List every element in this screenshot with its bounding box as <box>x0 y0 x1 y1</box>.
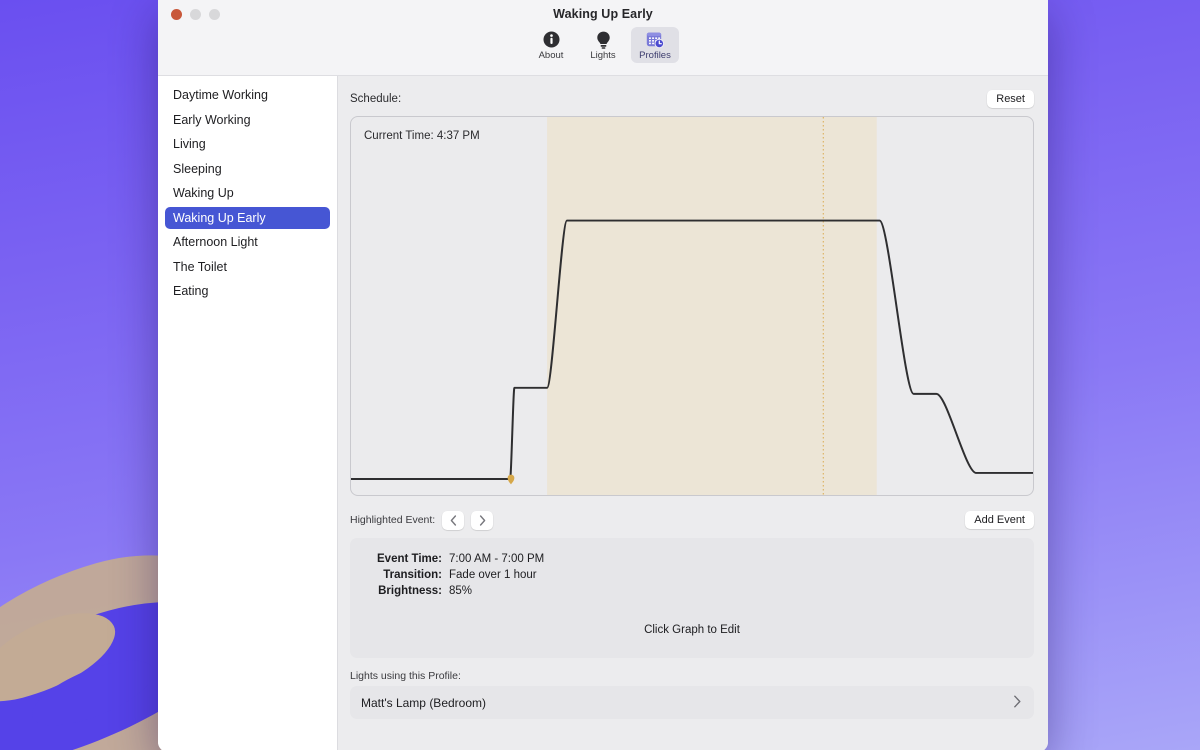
toolbar-label-about: About <box>539 51 564 61</box>
info-icon <box>543 30 560 49</box>
sidebar-item-daytime-working[interactable]: Daytime Working <box>165 84 330 106</box>
wallpaper-shape-4 <box>24 647 162 738</box>
sidebar: Daytime Working Early Working Living Sle… <box>158 76 338 750</box>
chevron-left-icon <box>450 515 457 526</box>
event-details-panel: Event Time: 7:00 AM - 7:00 PM Transition… <box>350 538 1034 658</box>
detail-value-brightness: 85% <box>449 583 472 599</box>
prev-event-button[interactable] <box>442 511 464 530</box>
light-name: Matt's Lamp (Bedroom) <box>361 696 486 710</box>
wallpaper-shape-3 <box>0 594 126 717</box>
sidebar-item-early-working[interactable]: Early Working <box>165 109 330 131</box>
lights-list: Matt's Lamp (Bedroom) <box>350 686 1034 719</box>
detail-key-transition: Transition: <box>366 567 442 583</box>
desktop-wallpaper: Waking Up Early About <box>0 0 1200 750</box>
toolbar-label-lights: Lights <box>590 51 615 61</box>
window-body: Daytime Working Early Working Living Sle… <box>158 76 1048 750</box>
sidebar-item-sleeping[interactable]: Sleeping <box>165 158 330 180</box>
detail-row-event-time: Event Time: 7:00 AM - 7:00 PM <box>366 551 1018 567</box>
main-content: Schedule: Reset Current Time: 4:37 PM Hi… <box>338 76 1048 750</box>
toolbar: About Lights <box>158 27 1048 63</box>
lightbulb-icon <box>595 30 612 49</box>
toolbar-item-lights[interactable]: Lights <box>579 27 627 63</box>
schedule-label: Schedule: <box>350 93 401 105</box>
highlighted-event-row: Highlighted Event: Add Event <box>350 510 1034 530</box>
window-title: Waking Up Early <box>158 7 1048 21</box>
lights-using-profile-label: Lights using this Profile: <box>350 670 1034 682</box>
sidebar-item-afternoon-light[interactable]: Afternoon Light <box>165 231 330 253</box>
next-event-button[interactable] <box>471 511 493 530</box>
toolbar-item-about[interactable]: About <box>527 27 575 63</box>
sidebar-item-living[interactable]: Living <box>165 133 330 155</box>
detail-key-brightness: Brightness: <box>366 583 442 599</box>
schedule-chart[interactable] <box>351 117 1033 495</box>
chevron-right-icon <box>1013 695 1021 710</box>
current-time-label: Current Time: 4:37 PM <box>364 130 480 142</box>
click-graph-hint: Click Graph to Edit <box>350 624 1034 636</box>
detail-row-brightness: Brightness: 85% <box>366 583 1018 599</box>
calendar-clock-icon <box>646 30 664 49</box>
sidebar-item-the-toilet[interactable]: The Toilet <box>165 256 330 278</box>
detail-row-transition: Transition: Fade over 1 hour <box>366 567 1018 583</box>
sidebar-item-eating[interactable]: Eating <box>165 280 330 302</box>
sidebar-item-waking-up-early[interactable]: Waking Up Early <box>165 207 330 229</box>
toolbar-item-profiles[interactable]: Profiles <box>631 27 679 63</box>
detail-key-event-time: Event Time: <box>366 551 442 567</box>
toolbar-label-profiles: Profiles <box>639 51 671 61</box>
window-titlebar: Waking Up Early About <box>158 0 1048 76</box>
chevron-right-icon <box>479 515 486 526</box>
detail-value-transition: Fade over 1 hour <box>449 567 537 583</box>
detail-value-event-time: 7:00 AM - 7:00 PM <box>449 551 544 567</box>
reset-button[interactable]: Reset <box>987 90 1034 108</box>
schedule-graph[interactable]: Current Time: 4:37 PM <box>350 116 1034 496</box>
add-event-button[interactable]: Add Event <box>965 511 1034 529</box>
sidebar-item-waking-up[interactable]: Waking Up <box>165 182 330 204</box>
highlighted-event-label: Highlighted Event: <box>350 514 435 526</box>
schedule-header: Schedule: Reset <box>350 88 1034 110</box>
app-window: Waking Up Early About <box>158 0 1048 750</box>
list-item[interactable]: Matt's Lamp (Bedroom) <box>350 686 1034 719</box>
